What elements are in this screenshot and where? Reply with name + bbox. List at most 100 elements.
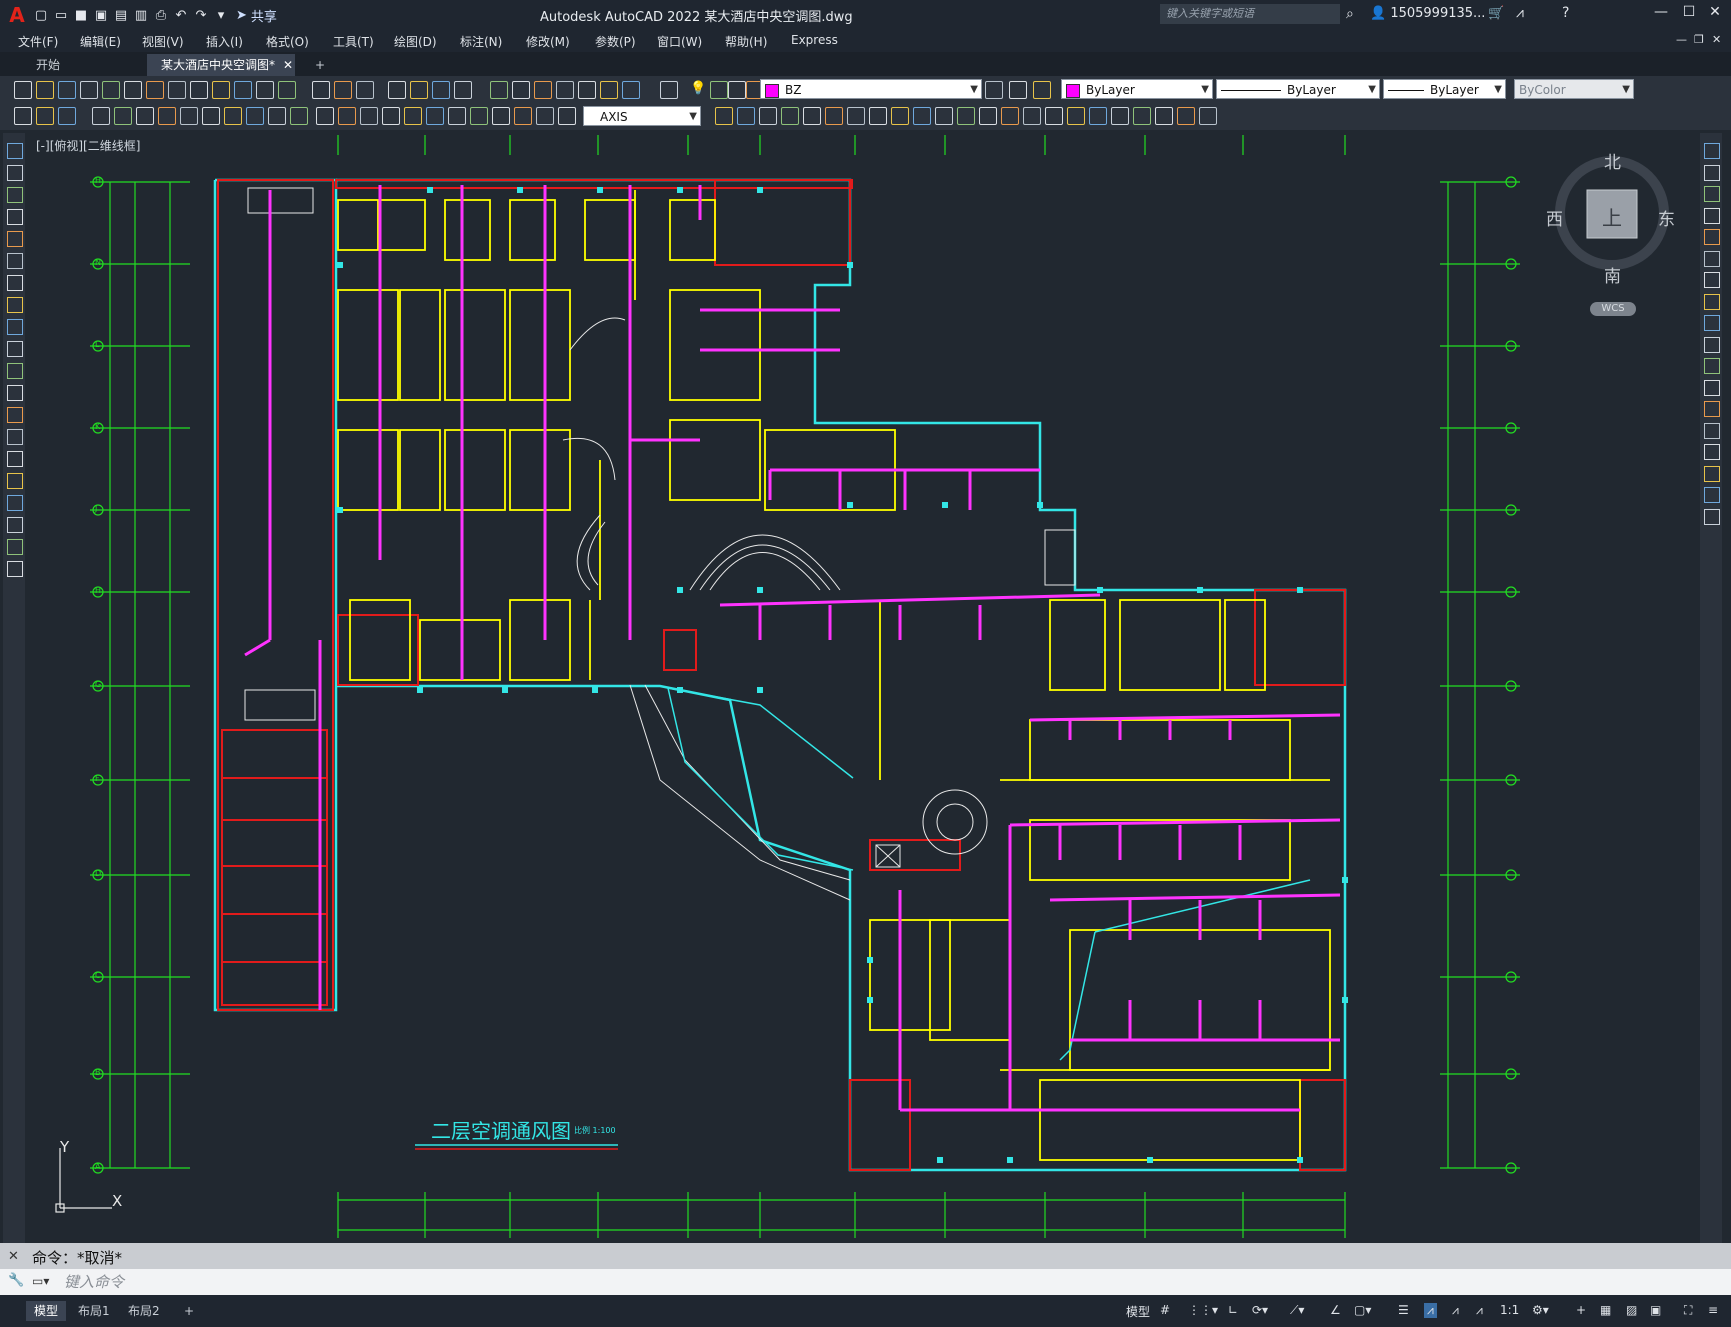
cart-icon[interactable]: 🛒: [1488, 6, 1504, 21]
draw-tool-icon[interactable]: [114, 107, 132, 125]
layer-dropdown[interactable]: BZ ▼: [760, 79, 982, 99]
draw-tool-icon[interactable]: [7, 297, 23, 313]
save-web-icon[interactable]: ▥: [132, 6, 150, 24]
annotation-monitor-icon[interactable]: +: [1576, 1303, 1586, 1317]
draw-tool-icon[interactable]: [7, 429, 23, 445]
model-space-button[interactable]: 模型: [1126, 1303, 1150, 1320]
object-snap-icon[interactable]: ∠: [1330, 1303, 1341, 1317]
modify-tool-icon[interactable]: [1704, 186, 1720, 202]
save-icon[interactable]: ■: [72, 6, 90, 24]
draw-tool-icon[interactable]: [180, 107, 198, 125]
draw-tool-icon[interactable]: [470, 107, 488, 125]
standard-tool-icon[interactable]: [256, 81, 274, 99]
help-icon[interactable]: ?: [1562, 5, 1569, 21]
draw-tool-icon[interactable]: [737, 107, 755, 125]
workspace-gear-icon[interactable]: ⚙▾: [1532, 1303, 1549, 1317]
draw-tool-icon[interactable]: [1155, 107, 1173, 125]
annotation-visibility-icon[interactable]: ⩘: [1452, 1303, 1459, 1318]
standard-tool-icon[interactable]: [168, 81, 186, 99]
standard-tool-icon[interactable]: [490, 81, 508, 99]
drawing-canvas[interactable]: [29, 133, 1695, 1243]
menu-file[interactable]: 文件(F): [18, 33, 58, 50]
share-button[interactable]: ➤ 共享: [236, 6, 277, 25]
isolate-objects-icon[interactable]: ▣: [1650, 1303, 1661, 1317]
draw-tool-icon[interactable]: [492, 107, 510, 125]
selection-cycling-icon[interactable]: ▢▾: [1354, 1303, 1371, 1317]
standard-tool-icon[interactable]: [124, 81, 142, 99]
draw-tool-icon[interactable]: [7, 517, 23, 533]
menu-help[interactable]: 帮助(H): [725, 33, 767, 50]
standard-tool-icon[interactable]: [80, 81, 98, 99]
draw-tool-icon[interactable]: [58, 107, 76, 125]
linetype-dropdown[interactable]: ByLayer ▼: [1216, 79, 1380, 99]
standard-tool-icon[interactable]: [234, 81, 252, 99]
menu-insert[interactable]: 插入(I): [206, 33, 243, 50]
lineweight-dropdown[interactable]: ByLayer ▼: [1383, 79, 1506, 99]
standard-tool-icon[interactable]: [102, 81, 120, 99]
draw-tool-icon[interactable]: [1133, 107, 1151, 125]
draw-tool-icon[interactable]: [7, 473, 23, 489]
standard-tool-icon[interactable]: [356, 81, 374, 99]
layout-tab-layout1[interactable]: 布局1: [70, 1301, 118, 1321]
layer-on-icon[interactable]: 💡: [690, 81, 706, 96]
standard-tool-icon[interactable]: [512, 81, 530, 99]
modify-tool-icon[interactable]: [1704, 293, 1720, 310]
draw-tool-icon[interactable]: [7, 187, 23, 203]
close-command-icon[interactable]: ✕: [8, 1249, 19, 1264]
draw-tool-icon[interactable]: [1067, 107, 1085, 125]
draw-tool-icon[interactable]: [7, 231, 23, 247]
menu-edit[interactable]: 编辑(E): [80, 33, 121, 50]
layout-tab-layout2[interactable]: 布局2: [120, 1301, 168, 1321]
customize-wrench-icon[interactable]: 🔧: [8, 1273, 24, 1288]
open-web-icon[interactable]: ▤: [112, 6, 130, 24]
menu-express[interactable]: Express: [791, 33, 838, 47]
draw-tool-icon[interactable]: [7, 407, 23, 423]
standard-tool-icon[interactable]: [212, 81, 230, 99]
draw-tool-icon[interactable]: [448, 107, 466, 125]
menu-modify[interactable]: 修改(M): [526, 33, 570, 50]
color-dropdown[interactable]: ByLayer ▼: [1061, 79, 1213, 99]
plotstyle-dropdown[interactable]: ByColor ▼: [1514, 79, 1634, 99]
standard-tool-icon[interactable]: [660, 81, 678, 99]
draw-tool-icon[interactable]: [136, 107, 154, 125]
draw-tool-icon[interactable]: [426, 107, 444, 125]
standard-tool-icon[interactable]: [146, 81, 164, 99]
standard-tool-icon[interactable]: [14, 81, 32, 99]
draw-tool-icon[interactable]: [1023, 107, 1041, 125]
draw-tool-icon[interactable]: [558, 107, 576, 125]
draw-tool-icon[interactable]: [825, 107, 843, 125]
modify-tool-icon[interactable]: [1704, 401, 1720, 417]
standard-tool-icon[interactable]: [578, 81, 596, 99]
draw-tool-icon[interactable]: [92, 107, 110, 125]
draw-tool-icon[interactable]: [7, 539, 23, 555]
standard-tool-icon[interactable]: [190, 81, 208, 99]
standard-tool-icon[interactable]: [432, 81, 450, 99]
search-icon[interactable]: ⌕: [1346, 6, 1354, 22]
standard-tool-icon[interactable]: [410, 81, 428, 99]
customize-qa-icon[interactable]: ▾: [212, 6, 230, 24]
modify-tool-icon[interactable]: [1704, 444, 1720, 460]
standard-tool-icon[interactable]: [622, 81, 640, 99]
menu-window[interactable]: 窗口(W): [657, 33, 702, 50]
standard-tool-icon[interactable]: [710, 81, 728, 99]
minimize-button[interactable]: —: [1650, 4, 1672, 24]
new-tab-button[interactable]: +: [305, 54, 335, 76]
user-account[interactable]: 👤 1505999135...: [1370, 6, 1485, 21]
modify-tool-icon[interactable]: [1704, 336, 1720, 353]
customize-icon[interactable]: ≡: [1708, 1303, 1718, 1317]
auto-scale-icon[interactable]: ⩘: [1476, 1303, 1483, 1318]
draw-tool-icon[interactable]: [891, 107, 909, 125]
draw-tool-icon[interactable]: [246, 107, 264, 125]
plot-icon[interactable]: ⎙: [152, 6, 170, 24]
isodraft-icon[interactable]: ⟋▾: [1290, 1303, 1304, 1318]
standard-tool-icon[interactable]: [1033, 81, 1051, 99]
draw-tool-icon[interactable]: [1089, 107, 1107, 125]
modify-tool-icon[interactable]: [1704, 250, 1720, 267]
modify-tool-icon[interactable]: [1704, 358, 1720, 374]
command-input[interactable]: 键入命令: [64, 1272, 1724, 1292]
modify-tool-icon[interactable]: [1704, 465, 1720, 482]
standard-tool-icon[interactable]: [58, 81, 76, 99]
doc-minimize-icon[interactable]: —: [1676, 33, 1687, 46]
draw-tool-icon[interactable]: [1177, 107, 1195, 125]
draw-tool-icon[interactable]: [338, 107, 356, 125]
